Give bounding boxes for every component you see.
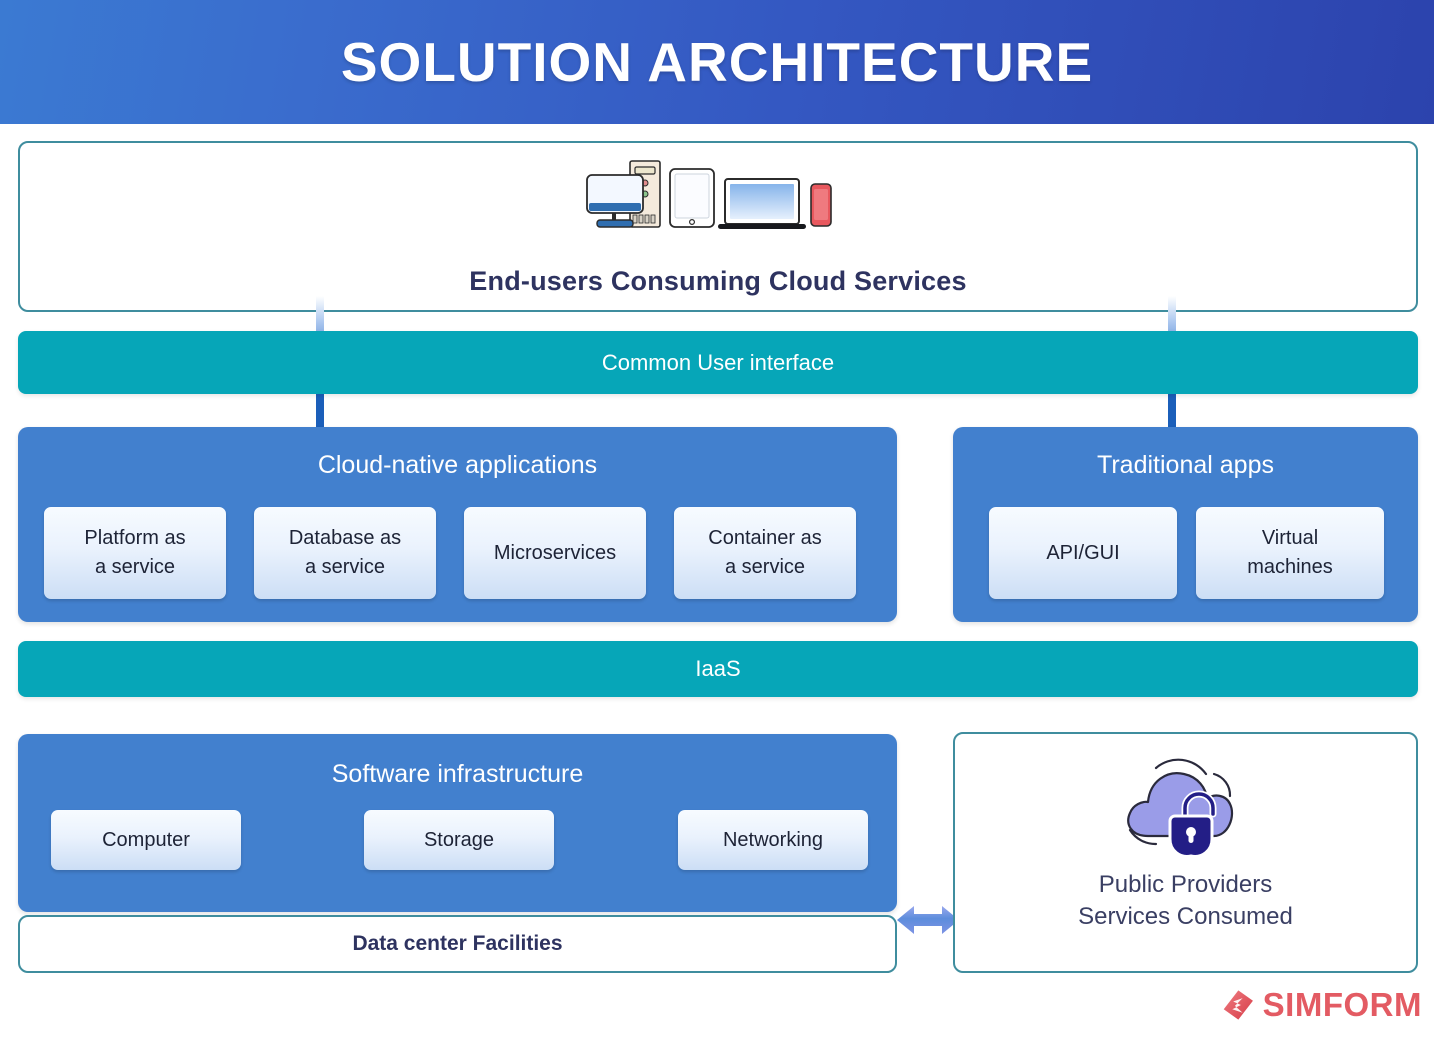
card-virtual-machines[interactable]: Virtual machines (1196, 507, 1384, 599)
cloud-native-applications-title: Cloud-native applications (317, 451, 598, 479)
card-label: Storage (423, 828, 495, 851)
smartphone-icon (810, 183, 832, 227)
simform-wordmark: SIMFORM (1262, 986, 1422, 1023)
card-line-1: Microservices (493, 541, 617, 564)
card-microservices[interactable]: Microservices (464, 507, 646, 599)
iaas-bar: IaaS (18, 641, 1418, 697)
software-infrastructure-panel: Software infrastructure Computer Storage… (18, 734, 897, 912)
card-computer[interactable]: Computer (51, 810, 241, 870)
page-header: SOLUTION ARCHITECTURE (0, 0, 1434, 124)
bidirectional-arrow-infra-to-public-providers (897, 906, 959, 934)
card-line-1: Container as (708, 527, 822, 549)
traditional-apps-panel: Traditional apps API/GUI Virtual machine… (953, 427, 1418, 622)
card-api-gui[interactable]: API/GUI (989, 507, 1177, 599)
end-users-caption: End-users Consuming Cloud Services (469, 266, 967, 296)
tablet-icon (669, 168, 715, 228)
simform-logo[interactable]: SIMFORM (1222, 984, 1422, 1026)
card-container-as-a-service[interactable]: Container as a service (674, 507, 856, 599)
software-infrastructure-title: Software infrastructure (331, 760, 584, 788)
common-user-interface-label: Common User interface (601, 349, 835, 375)
card-line-2: machines (1247, 556, 1333, 578)
card-line-1: Virtual (1261, 527, 1319, 549)
diagram-canvas: End-users Consuming Cloud Services Commo… (0, 124, 1434, 1044)
public-providers-line-1: Public Providers (1098, 871, 1273, 898)
card-label: Networking (722, 828, 824, 851)
card-database-as-a-service[interactable]: Database as a service (254, 507, 436, 599)
public-providers-line-2: Services Consumed (1078, 903, 1293, 931)
card-line-1: API/GUI (1046, 541, 1120, 564)
data-center-facilities-box: Data center Facilities (18, 915, 897, 973)
iaas-label: IaaS (695, 656, 741, 681)
common-user-interface-bar: Common User interface (18, 331, 1418, 394)
card-networking[interactable]: Networking (678, 810, 868, 870)
laptop-icon (718, 178, 806, 229)
card-platform-as-a-service[interactable]: Platform as a service (44, 507, 226, 599)
simform-diamond-icon (1223, 990, 1253, 1020)
cloud-native-applications-panel: Cloud-native applications Platform as a … (18, 427, 897, 622)
card-line-1: Database as (288, 527, 402, 549)
page-title: SOLUTION ARCHITECTURE (340, 31, 1094, 93)
cloud-lock-icon (1127, 758, 1234, 858)
traditional-apps-title: Traditional apps (1097, 451, 1274, 479)
public-providers-caption: Public Providers Services Consumed (953, 869, 1418, 934)
card-label: Computer (102, 828, 190, 851)
card-line-2: a service (94, 556, 176, 578)
card-line-2: a service (304, 556, 385, 578)
data-center-facilities-label: Data center Facilities (352, 932, 563, 955)
card-line-1: Platform as (84, 527, 186, 549)
device-icons-group (586, 160, 832, 229)
card-storage[interactable]: Storage (364, 810, 554, 870)
card-line-2: a service (724, 556, 806, 578)
